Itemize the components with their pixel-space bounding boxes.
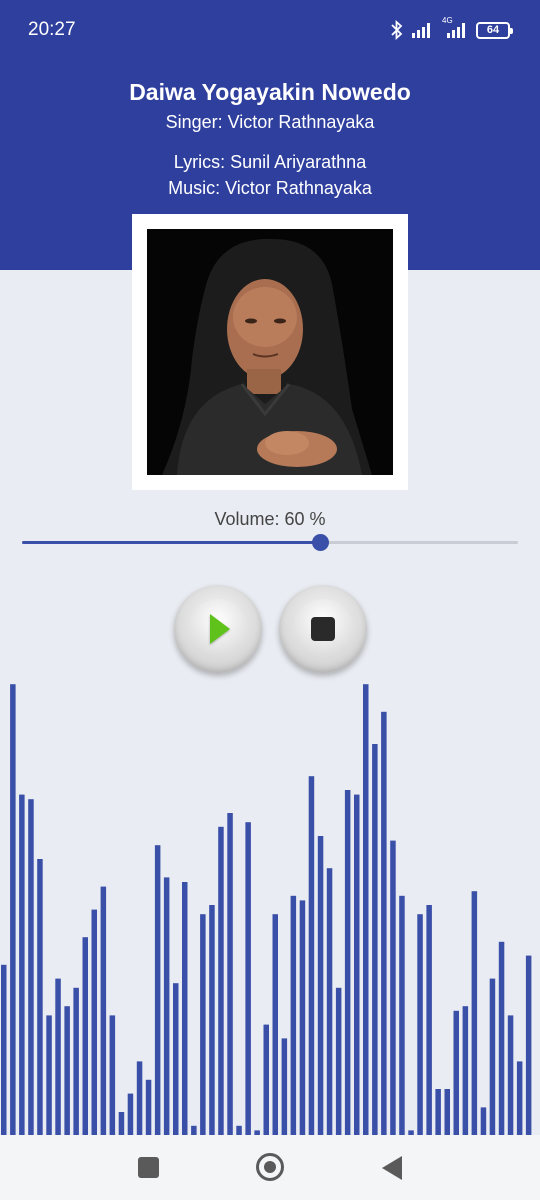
visualizer-bar — [435, 1089, 441, 1135]
visualizer-bar — [354, 794, 360, 1135]
play-button[interactable] — [174, 585, 262, 673]
visualizer-bar — [299, 900, 306, 1135]
back-triangle-icon[interactable] — [382, 1156, 402, 1180]
status-icons: 4G 64 — [390, 16, 513, 42]
music-label: Music: Victor Rathnayaka — [168, 178, 372, 198]
visualizer-bar — [471, 891, 478, 1135]
visualizer-bar — [46, 1015, 52, 1135]
visualizer-bar — [100, 886, 107, 1135]
visualizer-bar — [507, 1015, 514, 1135]
visualizer-bar — [37, 859, 43, 1135]
visualizer-bar — [281, 1038, 288, 1135]
visualizer-bar — [10, 684, 16, 1135]
visualizer-bar — [372, 744, 378, 1135]
visualizer-bar — [55, 978, 61, 1135]
visualizer-bar — [28, 799, 34, 1135]
visualizer-bar — [263, 1024, 269, 1135]
visualizer-bar — [236, 1125, 242, 1135]
visualizer-bar — [182, 882, 188, 1135]
visualizer-bar — [308, 776, 315, 1135]
bluetooth-icon — [390, 20, 404, 40]
audio-visualizer — [1, 684, 532, 1135]
visualizer-bar — [399, 895, 405, 1135]
visualizer-bar — [82, 937, 88, 1135]
signal-4g-icon: 4G — [442, 16, 468, 38]
visualizer-bar — [1, 964, 7, 1135]
visualizer-bar — [516, 1061, 523, 1135]
visualizer-bar — [489, 978, 496, 1135]
visualizer-bar — [209, 905, 215, 1135]
visualizer-bar — [227, 813, 233, 1135]
album-art-frame — [132, 214, 408, 490]
signal-icon — [412, 22, 434, 38]
volume-slider-fill — [22, 541, 320, 544]
visualizer-bar — [344, 790, 351, 1135]
visualizer-bar — [480, 1107, 487, 1135]
visualizer-bar — [91, 909, 97, 1135]
singer-label: Singer: Victor Rathnayaka — [165, 112, 375, 132]
visualizer-bar — [200, 914, 206, 1135]
volume-slider[interactable] — [22, 534, 518, 551]
navigation-bar — [0, 1135, 540, 1200]
visualizer-bar — [118, 1112, 125, 1135]
visualizer-bar — [326, 868, 333, 1135]
album-art-image — [147, 229, 393, 475]
visualizer-bar — [453, 1010, 459, 1135]
visualizer-bar — [64, 1006, 70, 1135]
status-bar: 20:27 4G 64 — [0, 0, 540, 60]
play-icon — [210, 614, 230, 644]
visualizer-bar — [525, 955, 532, 1135]
visualizer-bar — [145, 1079, 152, 1135]
lyrics-label: Lyrics: Sunil Ariyarathna — [173, 152, 367, 172]
visualizer-bar — [317, 836, 324, 1135]
visualizer-bar — [19, 794, 25, 1135]
song-title: Daiwa Yogayakin Nowedo — [129, 79, 411, 105]
network-type-label: 4G — [442, 16, 453, 25]
visualizer-bar — [335, 987, 342, 1135]
visualizer-bar — [245, 822, 251, 1135]
home-circle-icon[interactable] — [256, 1153, 284, 1181]
visualizer-bar — [127, 1093, 134, 1135]
visualizer-bar — [173, 983, 179, 1135]
visualizer-bar — [426, 905, 432, 1135]
stop-button[interactable] — [279, 585, 367, 673]
volume-label: Volume: 60 % — [214, 509, 326, 529]
visualizer-bar — [444, 1089, 450, 1135]
battery-icon: 64 — [476, 21, 513, 39]
stop-button-face — [293, 599, 353, 659]
visualizer-bar — [290, 895, 297, 1135]
visualizer-bar — [73, 987, 79, 1135]
visualizer-bar — [272, 914, 278, 1135]
visualizer-bar — [363, 684, 369, 1135]
volume-slider-thumb[interactable] — [311, 534, 329, 551]
visualizer-bar — [136, 1061, 143, 1135]
visualizer-bar — [390, 840, 396, 1135]
visualizer-bar — [417, 914, 423, 1135]
visualizer-bar — [163, 877, 170, 1135]
visualizer-bar — [218, 826, 224, 1135]
play-button-face — [188, 599, 248, 659]
visualizer-bar — [109, 1015, 116, 1135]
stop-icon — [311, 617, 335, 641]
status-time: 20:27 — [28, 19, 76, 40]
recents-square-icon[interactable] — [138, 1157, 159, 1178]
visualizer-bar — [154, 845, 161, 1135]
visualizer-bar — [381, 711, 387, 1135]
visualizer-bar — [191, 1125, 197, 1135]
visualizer-bar — [498, 941, 505, 1135]
visualizer-bar — [462, 1006, 469, 1135]
